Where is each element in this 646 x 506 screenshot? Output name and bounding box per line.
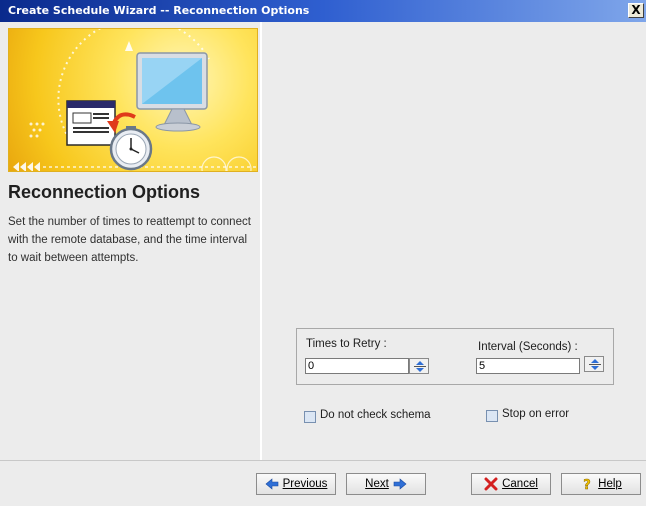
- cancel-label: Cancel: [502, 478, 538, 490]
- close-button[interactable]: X: [628, 3, 644, 18]
- button-bar-divider: [0, 460, 646, 461]
- close-icon: X: [631, 3, 641, 17]
- wizard-banner: [8, 28, 258, 172]
- previous-button[interactable]: Previous: [256, 473, 336, 495]
- page-title: Reconnection Options: [8, 182, 201, 202]
- previous-label: Previous: [282, 478, 328, 490]
- options-panel: [262, 22, 646, 460]
- title-bar[interactable]: Create Schedule Wizard -- Reconnection O…: [0, 0, 646, 22]
- red-x-icon: [484, 477, 498, 491]
- spin-arrows-icon: [589, 359, 601, 370]
- times-to-retry-label: Times to Retry :: [306, 338, 387, 350]
- interval-seconds-input[interactable]: 5: [476, 358, 580, 374]
- do-not-check-schema-checkbox[interactable]: [304, 411, 316, 423]
- svg-text:?: ?: [583, 478, 591, 491]
- stop-on-error-label[interactable]: Stop on error: [502, 408, 569, 420]
- retry-settings-group: [296, 328, 614, 385]
- arrow-right-icon: [393, 478, 407, 490]
- page-description: Set the number of times to reattempt to …: [8, 216, 251, 264]
- times-to-retry-spinner[interactable]: [409, 358, 429, 374]
- interval-seconds-spinner[interactable]: [584, 356, 604, 372]
- cancel-button[interactable]: Cancel: [471, 473, 551, 495]
- do-not-check-schema-label[interactable]: Do not check schema: [320, 409, 431, 421]
- arrow-left-icon: [265, 478, 278, 490]
- interval-seconds-label: Interval (Seconds) :: [478, 341, 578, 353]
- times-to-retry-input[interactable]: 0: [305, 358, 409, 374]
- info-panel: Reconnection Options Set the number of t…: [0, 22, 261, 460]
- computer-schedule-clock-illustration: [13, 29, 257, 171]
- help-button[interactable]: ? Help: [561, 473, 641, 495]
- stop-on-error-checkbox[interactable]: [486, 410, 498, 422]
- next-label: Next: [365, 478, 389, 490]
- next-button[interactable]: Next: [346, 473, 426, 495]
- help-label: Help: [598, 478, 622, 490]
- question-mark-icon: ?: [583, 478, 591, 491]
- wizard-window: Create Schedule Wizard -- Reconnection O…: [0, 0, 646, 506]
- window-title: Create Schedule Wizard -- Reconnection O…: [8, 4, 310, 17]
- spin-arrows-icon: [414, 361, 426, 372]
